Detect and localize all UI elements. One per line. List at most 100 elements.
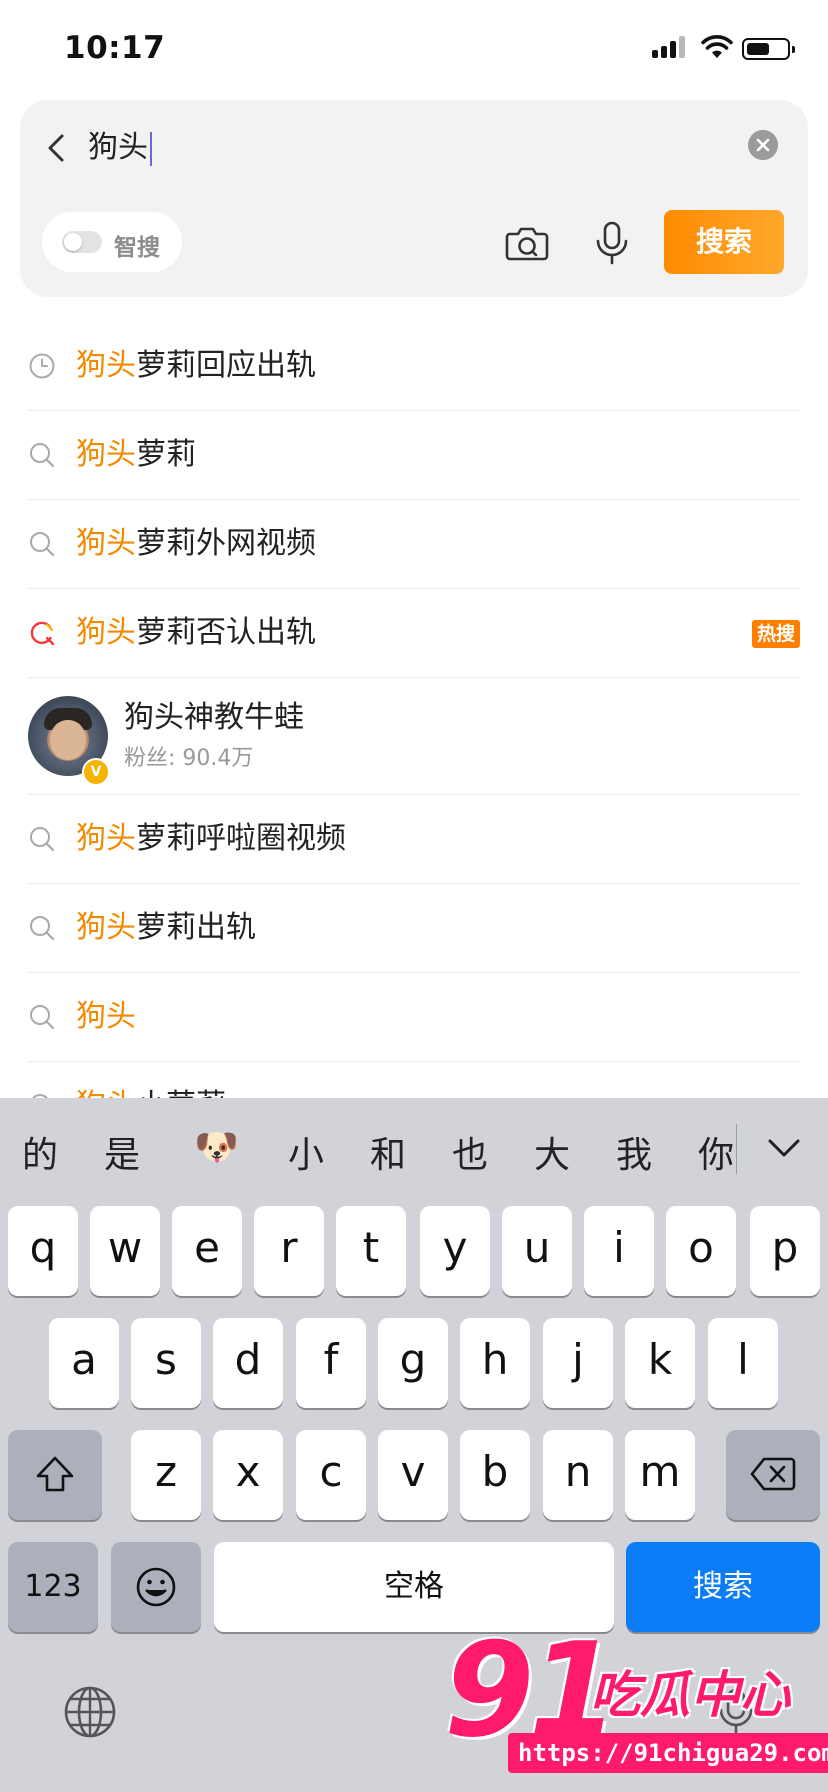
search-icon	[30, 827, 55, 852]
suggestion-text: 萝莉	[136, 437, 196, 472]
toggle-switch[interactable]	[62, 231, 102, 253]
suggestion-item[interactable]: 狗头萝莉外网视频	[28, 500, 800, 589]
candidate-word[interactable]: 也	[452, 1126, 488, 1178]
watermark-title: 吃瓜中心	[590, 1666, 790, 1724]
suggestion-item[interactable]: 狗头萝莉	[28, 411, 800, 500]
shift-key[interactable]	[8, 1430, 102, 1520]
candidate-word[interactable]: 🐶	[194, 1126, 239, 1168]
search-icon	[30, 532, 55, 557]
suggestion-item[interactable]: 狗头	[28, 973, 800, 1062]
key-w[interactable]: w	[90, 1206, 160, 1296]
suggestion-item[interactable]: 狗头萝莉否认出轨 热搜	[28, 589, 800, 678]
history-clock-icon	[29, 353, 55, 379]
search-input[interactable]: 狗头	[88, 128, 152, 168]
user-name: 狗头神教牛蛙	[124, 700, 304, 735]
key-a[interactable]: a	[49, 1318, 119, 1408]
clear-input-icon[interactable]	[748, 130, 778, 160]
key-k[interactable]: k	[625, 1318, 695, 1408]
key-c[interactable]: c	[296, 1430, 366, 1520]
hot-search-icon	[30, 621, 55, 646]
smart-search-label: 智搜	[114, 235, 160, 261]
key-p[interactable]: p	[750, 1206, 820, 1296]
candidate-word[interactable]: 你	[698, 1126, 734, 1178]
candidate-divider	[736, 1124, 737, 1174]
key-l[interactable]: l	[708, 1318, 778, 1408]
candidate-word[interactable]: 我	[616, 1126, 652, 1178]
suggestion-highlight: 狗头	[76, 910, 136, 945]
key-i[interactable]: i	[584, 1206, 654, 1296]
search-icon	[30, 443, 55, 468]
key-o[interactable]: o	[666, 1206, 736, 1296]
hot-search-badge: 热搜	[751, 620, 800, 648]
voice-search-icon[interactable]	[592, 220, 632, 266]
key-s[interactable]: s	[131, 1318, 201, 1408]
suggestion-text: 萝莉出轨	[136, 910, 256, 945]
back-chevron-icon[interactable]	[40, 128, 76, 168]
text-caret	[150, 131, 152, 166]
key-h[interactable]: h	[460, 1318, 530, 1408]
emoji-key[interactable]	[111, 1542, 201, 1632]
status-time: 10:17	[64, 30, 166, 66]
battery-icon	[742, 38, 795, 60]
shift-icon	[36, 1456, 74, 1492]
candidate-bar: 的 是 🐶 小 和 也 大 我 你	[0, 1098, 828, 1198]
key-g[interactable]: g	[378, 1318, 448, 1408]
suggestion-item[interactable]: 狗头萝莉呼啦圈视频	[28, 795, 800, 884]
status-bar: 10:17	[0, 0, 828, 96]
candidate-word[interactable]: 的	[22, 1126, 58, 1178]
key-u[interactable]: u	[502, 1206, 572, 1296]
suggestion-text: 萝莉外网视频	[136, 526, 316, 561]
candidate-word[interactable]: 大	[534, 1126, 570, 1178]
search-panel: 狗头 智搜 搜索	[20, 100, 808, 297]
suggestion-item[interactable]: 狗头萝莉回应出轨	[28, 322, 800, 411]
user-fans-count: 粉丝: 90.4万	[124, 746, 254, 771]
key-f[interactable]: f	[296, 1318, 366, 1408]
camera-search-icon[interactable]	[504, 220, 550, 266]
suggestion-highlight: 狗头	[76, 348, 136, 383]
numbers-key[interactable]: 123	[8, 1542, 98, 1632]
key-t[interactable]: t	[336, 1206, 406, 1296]
key-q[interactable]: q	[8, 1206, 78, 1296]
wifi-icon	[701, 35, 733, 58]
search-icon	[30, 916, 55, 941]
smart-search-toggle[interactable]: 智搜	[42, 212, 182, 272]
key-m[interactable]: m	[625, 1430, 695, 1520]
chevron-down-icon[interactable]	[764, 1128, 804, 1168]
watermark-url: https://91chigua29.com	[508, 1733, 828, 1773]
suggestion-text: 萝莉回应出轨	[136, 348, 316, 383]
backspace-icon	[750, 1457, 796, 1491]
suggestion-highlight: 狗头	[76, 437, 136, 472]
key-n[interactable]: n	[543, 1430, 613, 1520]
suggestion-item[interactable]: 狗头萝莉出轨	[28, 884, 800, 973]
user-suggestion[interactable]: V 狗头神教牛蛙 粉丝: 90.4万	[28, 678, 800, 795]
delete-key[interactable]	[726, 1430, 820, 1520]
key-z[interactable]: z	[131, 1430, 201, 1520]
candidate-word[interactable]: 小	[288, 1126, 324, 1178]
key-y[interactable]: y	[420, 1206, 490, 1296]
search-button[interactable]: 搜索	[664, 210, 784, 274]
candidate-word[interactable]: 和	[370, 1126, 406, 1178]
suggestion-highlight: 狗头	[76, 615, 136, 650]
suggestion-text: 萝莉否认出轨	[136, 615, 316, 650]
key-e[interactable]: e	[172, 1206, 242, 1296]
suggestion-highlight: 狗头	[76, 821, 136, 856]
key-r[interactable]: r	[254, 1206, 324, 1296]
key-j[interactable]: j	[543, 1318, 613, 1408]
search-query: 狗头	[88, 130, 148, 165]
key-b[interactable]: b	[460, 1430, 530, 1520]
key-v[interactable]: v	[378, 1430, 448, 1520]
key-x[interactable]: x	[213, 1430, 283, 1520]
suggestion-highlight: 狗头	[76, 999, 136, 1034]
suggestion-highlight: 狗头	[76, 526, 136, 561]
candidate-word[interactable]: 是	[104, 1126, 140, 1178]
avatar: V	[28, 696, 110, 786]
verified-badge-icon: V	[82, 758, 110, 786]
keyboard-search-key[interactable]: 搜索	[626, 1542, 820, 1632]
search-icon	[30, 1005, 55, 1030]
emoji-icon	[136, 1567, 176, 1607]
suggestion-text: 萝莉呼啦圈视频	[136, 821, 346, 856]
key-d[interactable]: d	[213, 1318, 283, 1408]
globe-icon[interactable]	[62, 1684, 118, 1740]
cellular-signal-icon	[652, 36, 690, 58]
watermark-logo: 91 吃瓜中心 https://91chigua29.com	[440, 1625, 828, 1792]
